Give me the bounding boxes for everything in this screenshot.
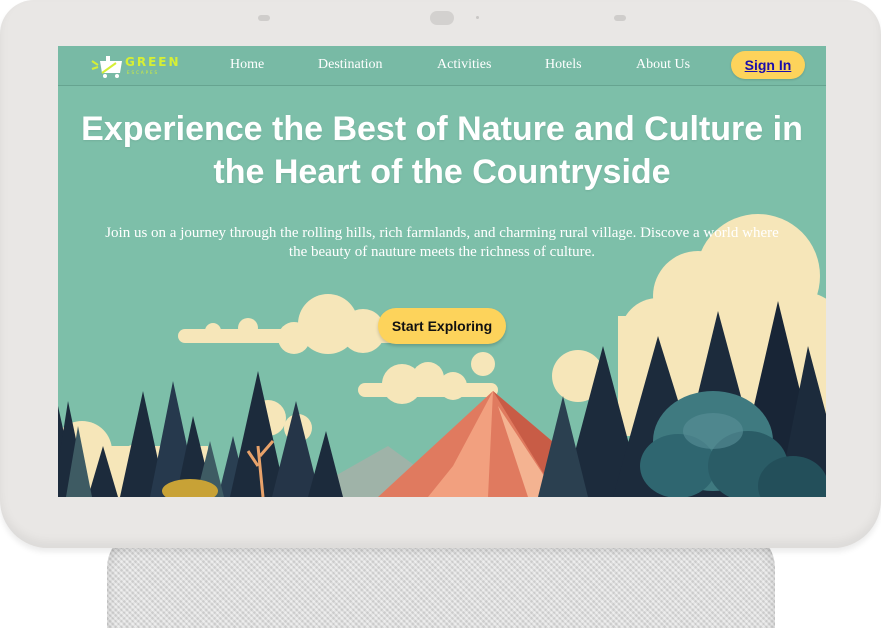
nav-about-us[interactable]: About Us [636, 57, 690, 73]
hero-subtitle: Join us on a journey through the rolling… [105, 225, 779, 260]
nav-hotels[interactable]: Hotels [545, 57, 582, 73]
sensor-left [258, 15, 270, 21]
device-screen: GREEN ESCAPES Home Destination Activitie… [58, 46, 826, 497]
start-exploring-button[interactable]: Start Exploring [378, 308, 506, 344]
camera-icon [430, 11, 454, 25]
nav-destination[interactable]: Destination [318, 57, 383, 73]
light-sensor [476, 16, 479, 19]
nav-activities[interactable]: Activities [437, 57, 491, 73]
nav-home[interactable]: Home [230, 57, 264, 73]
hero-title: Experience the Best of Nature and Cultur… [81, 110, 803, 191]
logo-text: GREEN [125, 55, 181, 69]
sensor-right [614, 15, 626, 21]
sign-in-button[interactable]: Sign In [731, 51, 805, 79]
logo-subtext: ESCAPES [127, 70, 160, 75]
navbar: GREEN ESCAPES Home Destination Activitie… [58, 46, 826, 86]
